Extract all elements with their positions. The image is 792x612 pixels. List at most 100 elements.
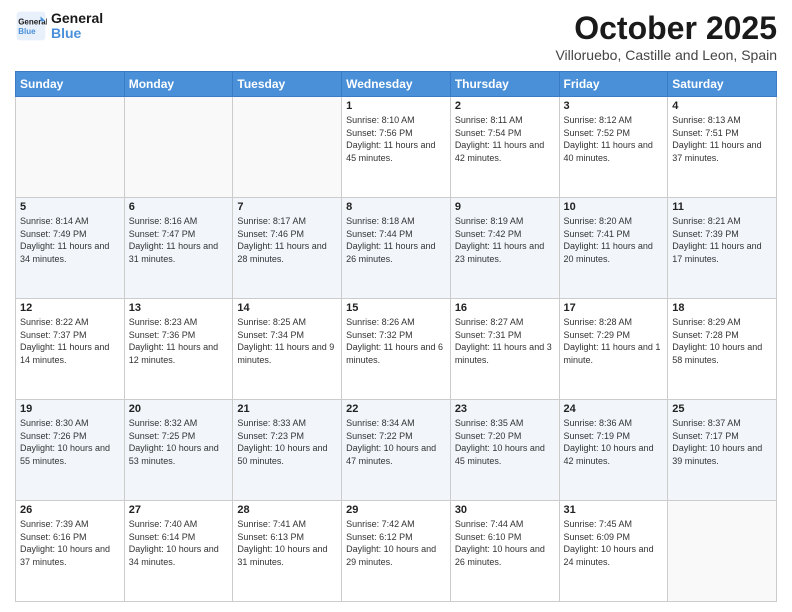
- svg-text:Blue: Blue: [18, 27, 36, 36]
- calendar-week-3: 12 Sunrise: 8:22 AM Sunset: 7:37 PM Dayli…: [16, 299, 777, 400]
- day-number: 26: [20, 504, 120, 516]
- day-info: Sunrise: 8:13 AM Sunset: 7:51 PM Dayligh…: [672, 114, 772, 164]
- day-info: Sunrise: 8:29 AM Sunset: 7:28 PM Dayligh…: [672, 316, 772, 366]
- calendar-day-9: 9 Sunrise: 8:19 AM Sunset: 7:42 PM Daylig…: [450, 198, 559, 299]
- day-info: Sunrise: 8:20 AM Sunset: 7:41 PM Dayligh…: [564, 215, 664, 265]
- calendar-day-empty: [668, 501, 777, 602]
- day-info: Sunrise: 8:25 AM Sunset: 7:34 PM Dayligh…: [237, 316, 337, 366]
- calendar-day-5: 5 Sunrise: 8:14 AM Sunset: 7:49 PM Daylig…: [16, 198, 125, 299]
- calendar-week-4: 19 Sunrise: 8:30 AM Sunset: 7:26 PM Dayli…: [16, 400, 777, 501]
- day-number: 24: [564, 403, 664, 415]
- logo: General Blue General Blue: [15, 10, 103, 42]
- day-number: 28: [237, 504, 337, 516]
- calendar-day-26: 26 Sunrise: 7:39 AM Sunset: 6:16 PM Dayli…: [16, 501, 125, 602]
- calendar-day-28: 28Sunrise: 7:41 AM Sunset: 6:13 PM Dayli…: [233, 501, 342, 602]
- day-number: 10: [564, 201, 664, 213]
- day-info: Sunrise: 8:14 AM Sunset: 7:49 PM Dayligh…: [20, 215, 120, 265]
- calendar-day-empty: [124, 97, 233, 198]
- day-number: 23: [455, 403, 555, 415]
- day-info: Sunrise: 8:21 AM Sunset: 7:39 PM Dayligh…: [672, 215, 772, 265]
- day-info: Sunrise: 8:19 AM Sunset: 7:42 PM Dayligh…: [455, 215, 555, 265]
- day-info: Sunrise: 8:22 AM Sunset: 7:37 PM Dayligh…: [20, 316, 120, 366]
- day-number: 8: [346, 201, 446, 213]
- day-number: 11: [672, 201, 772, 213]
- day-info: Sunrise: 8:16 AM Sunset: 7:47 PM Dayligh…: [129, 215, 229, 265]
- day-info: Sunrise: 7:45 AM Sunset: 6:09 PM Dayligh…: [564, 518, 664, 568]
- title-block: October 2025 Villoruebo, Castille and Le…: [555, 10, 777, 63]
- day-number: 12: [20, 302, 120, 314]
- day-info: Sunrise: 8:30 AM Sunset: 7:26 PM Dayligh…: [20, 417, 120, 467]
- calendar-day-24: 24 Sunrise: 8:36 AM Sunset: 7:19 PM Dayli…: [559, 400, 668, 501]
- day-number: 30: [455, 504, 555, 516]
- month-title: October 2025: [555, 10, 777, 47]
- logo-blue: Blue: [51, 26, 103, 41]
- calendar-day-18: 18 Sunrise: 8:29 AM Sunset: 7:28 PM Dayli…: [668, 299, 777, 400]
- day-number: 27: [129, 504, 229, 516]
- day-number: 22: [346, 403, 446, 415]
- calendar-day-16: 16 Sunrise: 8:27 AM Sunset: 7:31 PM Dayli…: [450, 299, 559, 400]
- calendar-day-17: 17Sunrise: 8:28 AM Sunset: 7:29 PM Dayli…: [559, 299, 668, 400]
- day-number: 3: [564, 100, 664, 112]
- day-number: 16: [455, 302, 555, 314]
- day-info: Sunrise: 7:39 AM Sunset: 6:16 PM Dayligh…: [20, 518, 120, 568]
- calendar-day-7: 7 Sunrise: 8:17 AM Sunset: 7:46 PM Daylig…: [233, 198, 342, 299]
- calendar-day-23: 23 Sunrise: 8:35 AM Sunset: 7:20 PM Dayli…: [450, 400, 559, 501]
- calendar-day-8: 8 Sunrise: 8:18 AM Sunset: 7:44 PM Daylig…: [342, 198, 451, 299]
- day-info: Sunrise: 8:34 AM Sunset: 7:22 PM Dayligh…: [346, 417, 446, 467]
- calendar-table: SundayMondayTuesdayWednesdayThursdayFrid…: [15, 71, 777, 602]
- calendar-day-empty: [233, 97, 342, 198]
- calendar-day-11: 11 Sunrise: 8:21 AM Sunset: 7:39 PM Dayli…: [668, 198, 777, 299]
- day-info: Sunrise: 8:12 AM Sunset: 7:52 PM Dayligh…: [564, 114, 664, 164]
- day-number: 1: [346, 100, 446, 112]
- logo-icon: General Blue: [15, 10, 47, 42]
- calendar-day-empty: [16, 97, 125, 198]
- day-number: 14: [237, 302, 337, 314]
- calendar-day-4: 4 Sunrise: 8:13 AM Sunset: 7:51 PM Daylig…: [668, 97, 777, 198]
- calendar-day-1: 1 Sunrise: 8:10 AM Sunset: 7:56 PM Daylig…: [342, 97, 451, 198]
- calendar-day-29: 29Sunrise: 7:42 AM Sunset: 6:12 PM Dayli…: [342, 501, 451, 602]
- calendar-week-5: 26 Sunrise: 7:39 AM Sunset: 6:16 PM Dayli…: [16, 501, 777, 602]
- calendar-week-2: 5 Sunrise: 8:14 AM Sunset: 7:49 PM Daylig…: [16, 198, 777, 299]
- day-info: Sunrise: 8:18 AM Sunset: 7:44 PM Dayligh…: [346, 215, 446, 265]
- day-info: Sunrise: 8:37 AM Sunset: 7:17 PM Dayligh…: [672, 417, 772, 467]
- day-number: 19: [20, 403, 120, 415]
- day-number: 9: [455, 201, 555, 213]
- day-info: Sunrise: 8:33 AM Sunset: 7:23 PM Dayligh…: [237, 417, 337, 467]
- day-number: 13: [129, 302, 229, 314]
- calendar-day-15: 15Sunrise: 8:26 AM Sunset: 7:32 PM Dayli…: [342, 299, 451, 400]
- column-header-friday: Friday: [559, 72, 668, 97]
- location-title: Villoruebo, Castille and Leon, Spain: [555, 47, 777, 63]
- day-info: Sunrise: 8:35 AM Sunset: 7:20 PM Dayligh…: [455, 417, 555, 467]
- day-info: Sunrise: 8:10 AM Sunset: 7:56 PM Dayligh…: [346, 114, 446, 164]
- calendar-day-10: 10 Sunrise: 8:20 AM Sunset: 7:41 PM Dayli…: [559, 198, 668, 299]
- day-number: 5: [20, 201, 120, 213]
- day-number: 18: [672, 302, 772, 314]
- calendar-day-13: 13Sunrise: 8:23 AM Sunset: 7:36 PM Dayli…: [124, 299, 233, 400]
- day-info: Sunrise: 8:26 AM Sunset: 7:32 PM Dayligh…: [346, 316, 446, 366]
- day-number: 29: [346, 504, 446, 516]
- calendar-week-1: 1 Sunrise: 8:10 AM Sunset: 7:56 PM Daylig…: [16, 97, 777, 198]
- calendar-day-31: 31Sunrise: 7:45 AM Sunset: 6:09 PM Dayli…: [559, 501, 668, 602]
- column-header-saturday: Saturday: [668, 72, 777, 97]
- day-info: Sunrise: 8:27 AM Sunset: 7:31 PM Dayligh…: [455, 316, 555, 366]
- day-info: Sunrise: 8:17 AM Sunset: 7:46 PM Dayligh…: [237, 215, 337, 265]
- calendar-day-19: 19 Sunrise: 8:30 AM Sunset: 7:26 PM Dayli…: [16, 400, 125, 501]
- page: General Blue General Blue October 2025 V…: [0, 0, 792, 612]
- column-header-sunday: Sunday: [16, 72, 125, 97]
- logo-general: General: [51, 11, 103, 26]
- column-header-thursday: Thursday: [450, 72, 559, 97]
- column-header-wednesday: Wednesday: [342, 72, 451, 97]
- day-info: Sunrise: 8:28 AM Sunset: 7:29 PM Dayligh…: [564, 316, 664, 366]
- calendar-header-row: SundayMondayTuesdayWednesdayThursdayFrid…: [16, 72, 777, 97]
- day-number: 6: [129, 201, 229, 213]
- calendar-day-27: 27Sunrise: 7:40 AM Sunset: 6:14 PM Dayli…: [124, 501, 233, 602]
- calendar-day-6: 6 Sunrise: 8:16 AM Sunset: 7:47 PM Daylig…: [124, 198, 233, 299]
- calendar-day-14: 14 Sunrise: 8:25 AM Sunset: 7:34 PM Dayli…: [233, 299, 342, 400]
- day-number: 7: [237, 201, 337, 213]
- day-info: Sunrise: 8:36 AM Sunset: 7:19 PM Dayligh…: [564, 417, 664, 467]
- calendar-day-21: 21Sunrise: 8:33 AM Sunset: 7:23 PM Dayli…: [233, 400, 342, 501]
- calendar-day-25: 25Sunrise: 8:37 AM Sunset: 7:17 PM Dayli…: [668, 400, 777, 501]
- column-header-monday: Monday: [124, 72, 233, 97]
- header: General Blue General Blue October 2025 V…: [15, 10, 777, 63]
- day-number: 4: [672, 100, 772, 112]
